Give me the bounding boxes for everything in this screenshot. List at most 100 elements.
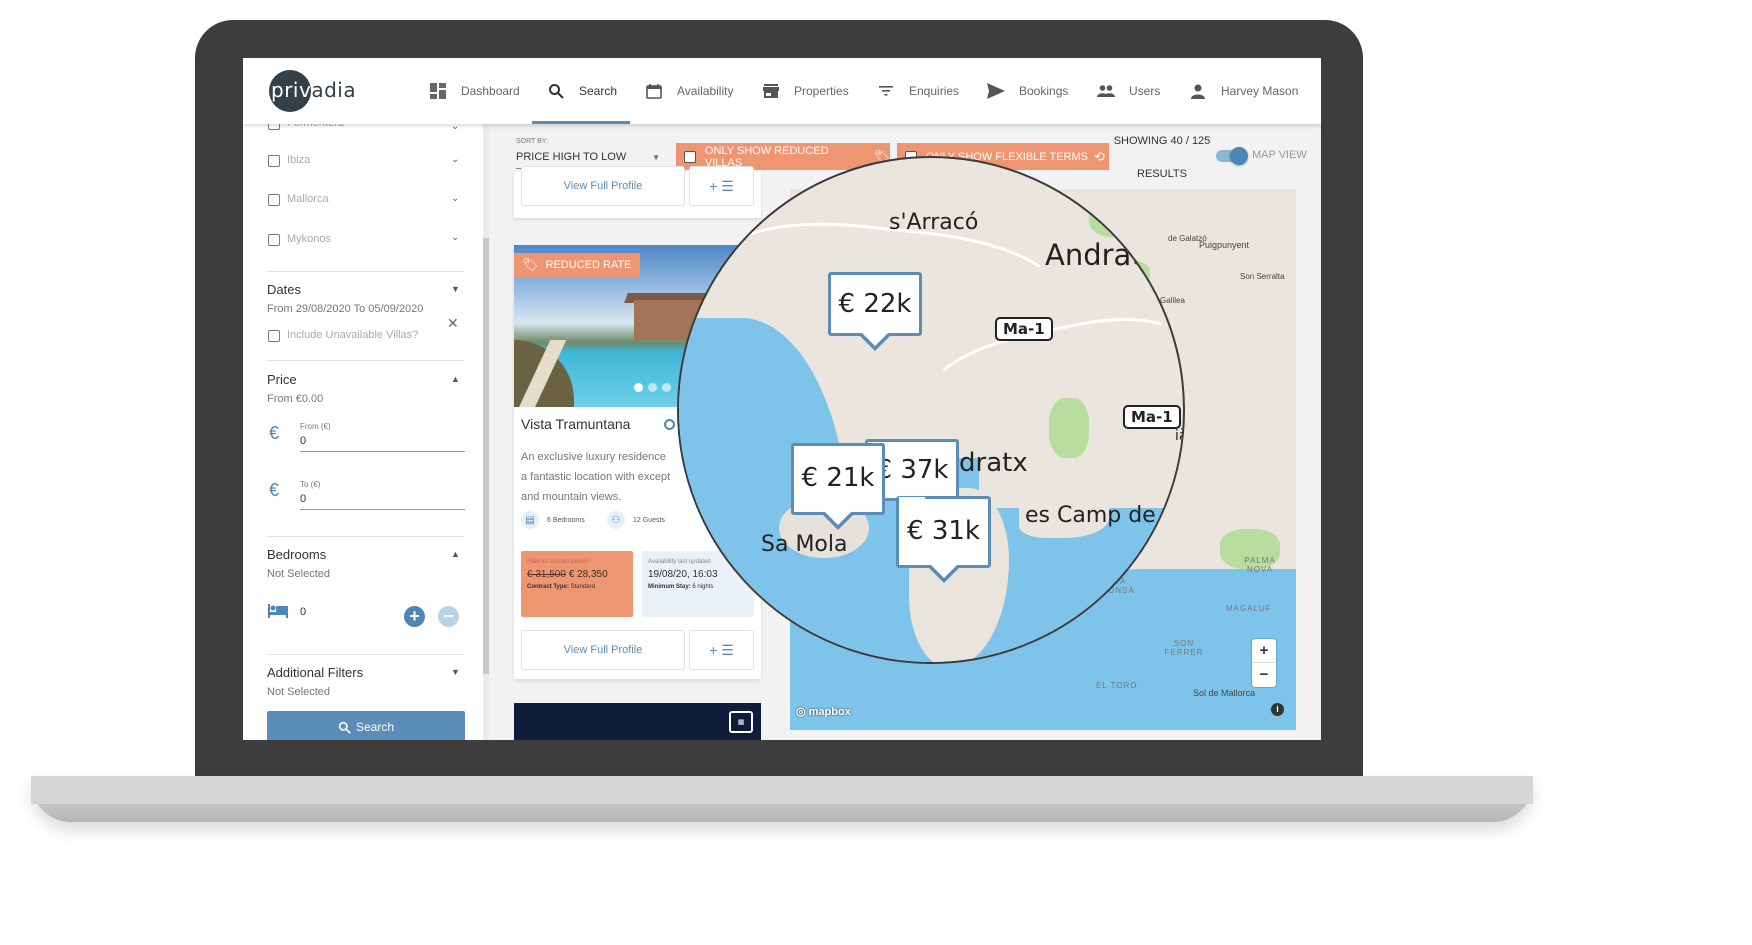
view-full-profile-button[interactable]: View Full Profile — [521, 630, 685, 670]
map-view-toggle[interactable] — [1216, 147, 1248, 165]
divider — [267, 360, 465, 361]
nav-properties[interactable]: Properties — [762, 78, 849, 104]
dropdown-arrow-icon: ▼ — [652, 153, 660, 162]
price-title[interactable]: Price — [267, 372, 297, 387]
price-to-label: To (€) — [300, 480, 321, 489]
mapbox-logo[interactable]: ◎ mapbox — [796, 705, 851, 718]
history-icon: ⟲ — [1094, 148, 1105, 164]
caret-down-icon[interactable]: ▼ — [451, 284, 460, 294]
reduced-rate-badge: 🏷 REDUCED RATE — [514, 253, 640, 277]
nav-dashboard[interactable]: Dashboard — [429, 78, 520, 104]
location-checkbox[interactable] — [268, 124, 280, 130]
app-screen: privadia Dashboard Search Availability P… — [243, 58, 1321, 740]
map-label: Puigpunyent — [1199, 240, 1250, 250]
carousel-dot[interactable] — [648, 383, 657, 392]
map-label: Andrat — [1045, 238, 1143, 272]
carousel-dot[interactable] — [634, 383, 643, 392]
caret-up-icon[interactable]: ▲ — [451, 374, 460, 384]
map-label: dratx — [959, 448, 1028, 478]
include-unavailable-checkbox[interactable] — [268, 330, 280, 342]
sort-value: PRICE HIGH TO LOW — [516, 151, 627, 163]
view-full-profile-button[interactable]: View Full Profile — [521, 166, 685, 206]
carousel-dot[interactable] — [662, 383, 671, 392]
price-to-input[interactable]: 0 — [300, 493, 465, 510]
divider — [267, 271, 465, 272]
store-icon — [762, 82, 780, 100]
info-icon[interactable]: i — [1271, 703, 1284, 716]
location-checkbox[interactable] — [268, 155, 280, 167]
nav-availability[interactable]: Availability — [645, 78, 733, 104]
price-from-input[interactable]: 0 — [300, 435, 465, 452]
bedrooms-amenity: ▤ 6 Bedrooms — [521, 511, 585, 529]
additional-filters-title[interactable]: Additional Filters — [267, 665, 363, 680]
map-label: MAGALUF — [1226, 604, 1272, 613]
bedrooms-title[interactable]: Bedrooms — [267, 547, 326, 562]
search-icon — [338, 721, 351, 734]
listing-card-next[interactable]: ▦ — [514, 703, 761, 740]
location-label: Formentera — [287, 124, 344, 129]
location-checkbox[interactable] — [268, 194, 280, 206]
dates-title[interactable]: Dates — [267, 282, 301, 297]
send-icon — [987, 82, 1005, 100]
zoom-out-button[interactable]: − — [1252, 663, 1276, 687]
button-label: + ☰ — [709, 177, 734, 194]
guests-icon: ⚇ — [607, 511, 625, 529]
filter-sidebar: Formentera ⌄ Ibiza ⌄ Mallorca ⌄ Mykonos … — [243, 124, 483, 740]
nav-enquiries[interactable]: Enquiries — [877, 78, 959, 104]
clear-dates-icon[interactable]: ✕ — [447, 315, 459, 332]
chevron-down-icon[interactable]: ⌄ — [451, 154, 459, 165]
rate-box: Rate for chosen period € 31,500 € 28,350… — [521, 551, 633, 617]
map-magnifier: s'Arracó Andrat dratx Sa Mola es Camp de… — [677, 156, 1185, 664]
caret-down-icon[interactable]: ▼ — [451, 667, 460, 677]
nav-label: Availability — [677, 84, 734, 98]
calendar-icon[interactable]: ▦ — [729, 711, 753, 733]
chevron-down-icon[interactable]: ⌄ — [451, 232, 459, 243]
button-label: View Full Profile — [563, 644, 643, 656]
euro-icon: € — [269, 423, 280, 443]
zoom-in-button[interactable]: + — [1252, 639, 1276, 663]
nav-label: Harvey Mason — [1221, 84, 1299, 98]
reduced-villas-checkbox[interactable] — [684, 150, 696, 163]
nav-label: Search — [579, 84, 618, 98]
new-price: € 28,350 — [568, 569, 608, 580]
nav-search[interactable]: Search — [547, 78, 617, 104]
nav-user-profile[interactable]: Harvey Mason — [1189, 78, 1298, 104]
caret-up-icon[interactable]: ▲ — [451, 549, 460, 559]
sidebar-scrollbar[interactable] — [483, 238, 489, 674]
location-label: Ibiza — [287, 154, 311, 166]
euro-icon: € — [269, 480, 280, 500]
rate-label: Rate for chosen period — [527, 559, 588, 565]
search-button[interactable]: Search — [267, 711, 465, 740]
calendar-icon — [645, 82, 663, 100]
search-button-label: Search — [355, 720, 395, 734]
results-count-line2: RESULTS — [1137, 168, 1187, 180]
price-pin[interactable]: € 21k — [791, 443, 885, 530]
additional-filters-summary: Not Selected — [267, 686, 330, 698]
logo-text: privadia — [271, 78, 357, 102]
price-pin[interactable]: € 22k — [828, 272, 922, 351]
map-label: Sa Mola — [761, 532, 848, 557]
nav-bookings[interactable]: Bookings — [987, 78, 1068, 104]
include-unavailable-label: Include Unavailable Villas? — [287, 329, 419, 341]
button-label: View Full Profile — [563, 180, 643, 192]
bedrooms-increment-button[interactable]: + — [404, 606, 425, 627]
map-label: s'Arracó — [889, 210, 979, 235]
old-price: € 31,500 — [527, 569, 566, 580]
person-icon — [1189, 82, 1207, 100]
results-count-line1: SHOWING 40 / 125 — [1113, 135, 1211, 147]
contract-value: Standard — [570, 584, 595, 590]
amenity-label: 6 Bedrooms — [547, 516, 585, 524]
chevron-down-icon[interactable]: ⌄ — [451, 193, 459, 204]
map-view-label: MAP VIEW — [1252, 149, 1307, 161]
bedrooms-decrement-button[interactable]: − — [438, 606, 459, 627]
add-to-list-button[interactable]: + ☰ — [689, 166, 754, 206]
listing-title[interactable]: Vista Tramuntana — [521, 416, 630, 432]
reduced-villas-label: ONLY SHOW REDUCED VILLAS — [704, 144, 829, 169]
contract-type: Contract Type: Standard — [527, 584, 627, 590]
nav-users[interactable]: Users — [1097, 78, 1160, 104]
location-checkbox[interactable] — [268, 234, 280, 246]
map-label: Son Serralta — [1240, 272, 1285, 281]
chevron-down-icon[interactable]: ⌄ — [451, 124, 459, 132]
location-pin-icon[interactable] — [664, 419, 675, 430]
nav-label: Properties — [794, 84, 849, 98]
